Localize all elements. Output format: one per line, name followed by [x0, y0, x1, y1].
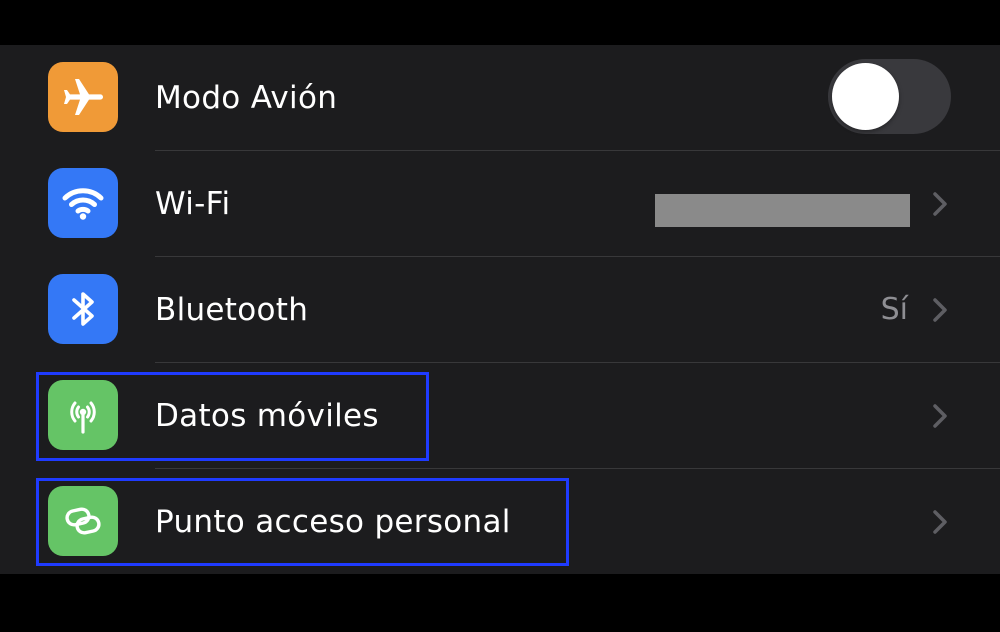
settings-row-personal-hotspot[interactable]: Punto acceso personal [0, 469, 1000, 575]
wifi-icon [48, 168, 118, 238]
chevron-right-icon [933, 404, 947, 428]
wifi-label: Wi-Fi [155, 186, 231, 222]
airplane-mode-label: Modo Avión [155, 80, 338, 116]
bluetooth-label: Bluetooth [155, 292, 309, 328]
personal-hotspot-label: Punto acceso personal [155, 504, 511, 540]
wifi-network-name-redacted [655, 194, 910, 227]
chevron-right-icon [933, 298, 947, 322]
antenna-icon [48, 380, 118, 450]
hotspot-link-icon [48, 486, 118, 556]
settings-row-wifi[interactable]: Wi-Fi [0, 151, 1000, 257]
chevron-right-icon [933, 192, 947, 216]
chevron-right-icon [933, 510, 947, 534]
settings-row-mobile-data[interactable]: Datos móviles [0, 363, 1000, 469]
settings-group: Modo Avión Wi-Fi Bluetooth Sí Datos móvi… [0, 45, 1000, 574]
airplane-mode-toggle[interactable] [828, 59, 951, 134]
bluetooth-icon [48, 274, 118, 344]
bluetooth-status-value: Sí [880, 292, 908, 327]
toggle-knob [832, 63, 899, 130]
settings-row-bluetooth[interactable]: Bluetooth Sí [0, 257, 1000, 363]
settings-row-airplane-mode[interactable]: Modo Avión [0, 45, 1000, 151]
airplane-icon [48, 62, 118, 132]
mobile-data-label: Datos móviles [155, 398, 379, 434]
settings-screen: Modo Avión Wi-Fi Bluetooth Sí Datos móvi… [0, 0, 1000, 632]
